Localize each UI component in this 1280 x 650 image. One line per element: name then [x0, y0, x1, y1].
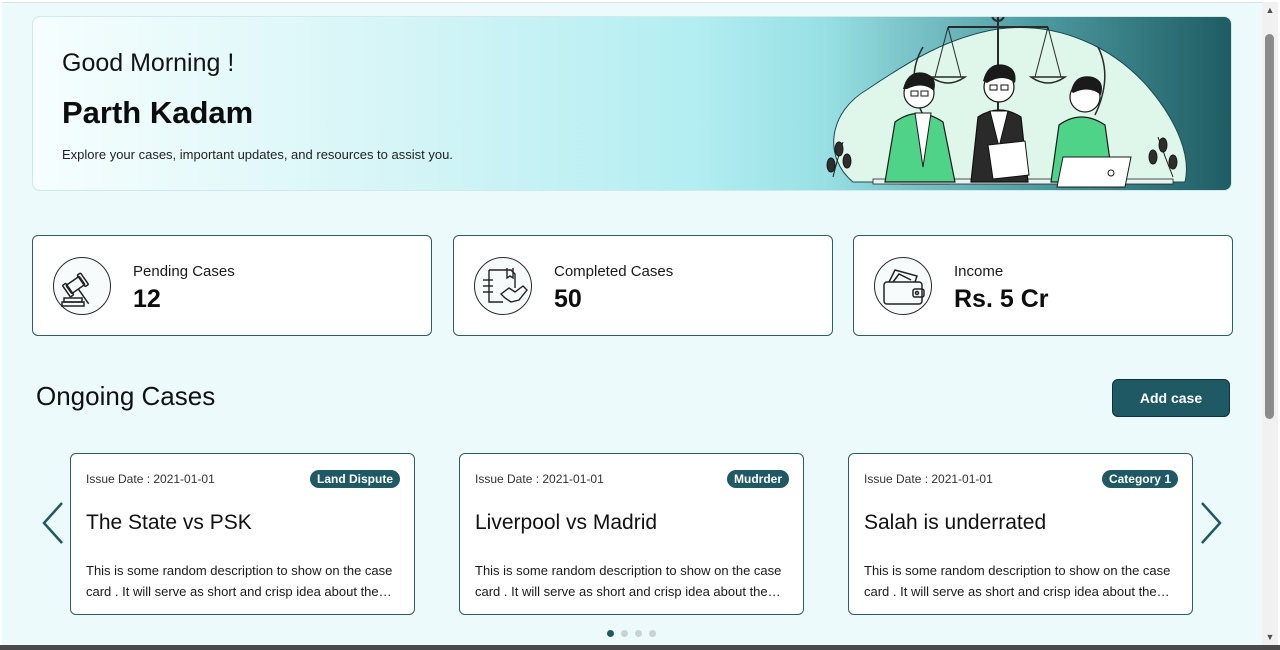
stat-value: 50 — [554, 285, 582, 313]
case-description: This is some random description to show … — [86, 563, 393, 599]
stat-card-income[interactable]: Income Rs. 5 Cr — [853, 235, 1233, 336]
pagination-dot[interactable] — [649, 630, 656, 637]
case-category-badge: Land Dispute — [309, 470, 400, 488]
ongoing-cases-title: Ongoing Cases — [36, 381, 216, 411]
lawyers-illustration — [826, 17, 1187, 188]
case-card[interactable]: Issue Date : 2021-01-01 Category 1 Salah… — [848, 453, 1193, 615]
vertical-scrollbar[interactable]: ▲ ▼ — [1262, 2, 1278, 645]
pagination-dot[interactable] — [621, 630, 628, 637]
case-category-badge: Category 1 — [1101, 470, 1178, 488]
scrollbar-thumb[interactable] — [1265, 34, 1274, 419]
window-bottom-edge — [0, 645, 1280, 650]
user-name: Parth Kadam — [62, 95, 254, 130]
case-issue-date: Issue Date : 2021-01-01 — [864, 472, 993, 486]
case-card[interactable]: Issue Date : 2021-01-01 Land Dispute The… — [70, 453, 415, 615]
stat-value: Rs. 5 Cr — [954, 285, 1049, 313]
dashboard-page: Good Morning ! Parth Kadam Explore your … — [2, 2, 1262, 645]
pagination-dot[interactable] — [607, 630, 614, 637]
handshake-document-icon — [474, 257, 532, 315]
case-issue-date: Issue Date : 2021-01-01 — [86, 472, 215, 486]
case-card[interactable]: Issue Date : 2021-01-01 Mudrder Liverpoo… — [459, 453, 804, 615]
case-description: This is some random description to show … — [475, 563, 782, 599]
carousel-next-icon[interactable] — [1198, 501, 1224, 545]
gavel-icon — [53, 257, 111, 315]
carousel-prev-icon[interactable] — [40, 501, 66, 545]
welcome-banner: Good Morning ! Parth Kadam Explore your … — [32, 16, 1232, 191]
scroll-up-icon[interactable]: ▲ — [1262, 2, 1278, 18]
stat-label: Income — [954, 263, 1004, 280]
stat-card-pending[interactable]: Pending Cases 12 — [32, 235, 432, 336]
case-description: This is some random description to show … — [864, 563, 1171, 599]
case-category-badge: Mudrder — [727, 470, 789, 488]
stat-label: Completed Cases — [554, 263, 674, 280]
wallet-icon — [874, 257, 932, 315]
scroll-down-icon[interactable]: ▼ — [1262, 629, 1278, 645]
stat-value: 12 — [133, 285, 161, 313]
case-issue-date: Issue Date : 2021-01-01 — [475, 472, 604, 486]
greeting-text: Good Morning ! — [62, 49, 235, 77]
case-title: The State vs PSK — [86, 511, 252, 534]
stat-card-completed[interactable]: Completed Cases 50 — [453, 235, 833, 336]
add-case-button[interactable]: Add case — [1112, 379, 1230, 417]
case-title: Liverpool vs Madrid — [475, 511, 658, 534]
banner-subtitle: Explore your cases, important updates, a… — [62, 147, 453, 162]
pagination-dot[interactable] — [635, 630, 642, 637]
case-title: Salah is underrated — [864, 511, 1047, 534]
carousel-pagination — [607, 630, 663, 640]
stat-label: Pending Cases — [133, 263, 235, 280]
